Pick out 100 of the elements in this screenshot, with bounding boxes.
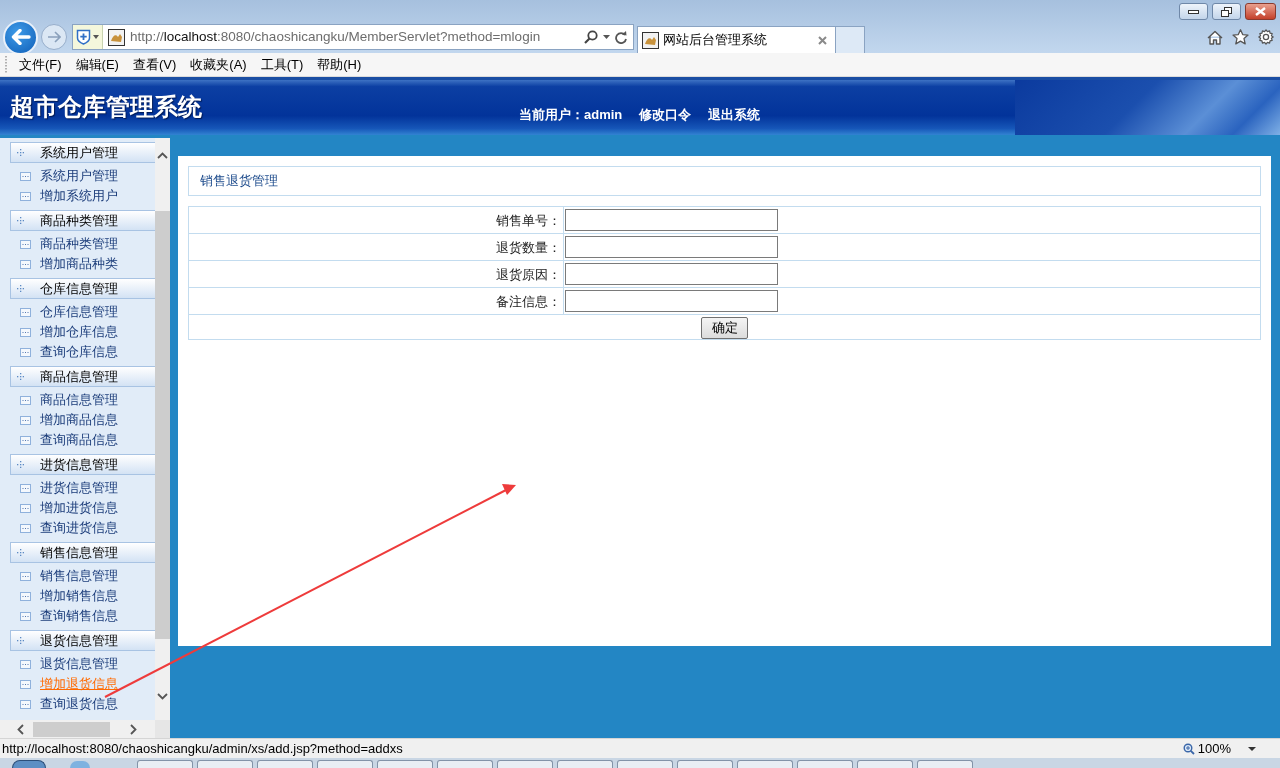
- sidebar-link[interactable]: 查询仓库信息: [40, 342, 118, 362]
- back-button[interactable]: [3, 19, 38, 55]
- input-field[interactable]: [565, 263, 778, 285]
- taskbar-button[interactable]: [497, 760, 553, 768]
- sidebar-link[interactable]: 仓库信息管理: [40, 302, 118, 322]
- forward-button[interactable]: [41, 24, 67, 50]
- sidebar-group-header[interactable]: 商品种类管理: [10, 210, 155, 231]
- dotted-square-icon: [20, 679, 31, 689]
- dotted-square-icon: [20, 483, 31, 493]
- chevron-left-icon[interactable]: [17, 723, 24, 735]
- taskbar-button[interactable]: [857, 760, 913, 768]
- sidebar-link[interactable]: 进货信息管理: [40, 478, 118, 498]
- menu-item[interactable]: 工具(T): [256, 54, 308, 75]
- refresh-icon[interactable]: [615, 30, 627, 44]
- taskbar-button[interactable]: [797, 760, 853, 768]
- taskbar-button[interactable]: [197, 760, 253, 768]
- input-field[interactable]: [565, 236, 778, 258]
- close-icon: [1255, 7, 1266, 16]
- menu-item[interactable]: 收藏夹(A): [186, 54, 251, 75]
- address-field[interactable]: http://localhost:8080/chaoshicangku/MemberServlet?method=mlogin: [130, 26, 584, 48]
- dotted-square-icon: [20, 327, 31, 337]
- input-field[interactable]: [565, 290, 778, 312]
- sidebar-link[interactable]: 销售信息管理: [40, 566, 118, 586]
- sidebar-link[interactable]: 增加进货信息: [40, 498, 118, 518]
- sidebar-group-header[interactable]: 系统用户管理: [10, 142, 155, 163]
- taskbar-button[interactable]: [257, 760, 313, 768]
- home-icon[interactable]: [1207, 29, 1223, 45]
- chevron-down-icon[interactable]: [157, 693, 168, 700]
- sidebar-link[interactable]: 增加仓库信息: [40, 322, 118, 342]
- chevron-up-icon[interactable]: [157, 152, 168, 159]
- taskbar-button[interactable]: [737, 760, 793, 768]
- dots-icon: [17, 373, 24, 380]
- sidebar-link[interactable]: 增加商品种类: [40, 254, 118, 274]
- shield-plus-icon: [76, 29, 91, 45]
- sidebar-group-header[interactable]: 仓库信息管理: [10, 278, 155, 299]
- dotted-square-icon: [20, 571, 31, 581]
- dots-icon: [17, 217, 24, 224]
- sidebar-link[interactable]: 增加系统用户: [40, 186, 118, 206]
- star-icon[interactable]: [1232, 29, 1249, 45]
- taskbar-button[interactable]: [437, 760, 493, 768]
- header-link[interactable]: 退出系统: [708, 104, 761, 124]
- field-label: 退货原因：: [496, 267, 561, 282]
- taskbar-button[interactable]: [617, 760, 673, 768]
- search-icon[interactable]: [584, 30, 598, 44]
- caret-icon[interactable]: [603, 35, 610, 39]
- taskbar-button[interactable]: [137, 760, 193, 768]
- sidebar-link[interactable]: 增加商品信息: [40, 410, 118, 430]
- input-field[interactable]: [565, 209, 778, 231]
- start-button[interactable]: [12, 760, 46, 768]
- dotted-square-icon: [20, 591, 31, 601]
- arrow-left-icon: [10, 29, 31, 45]
- dotted-square-icon: [20, 611, 31, 621]
- menu-item[interactable]: 帮助(H): [313, 54, 366, 75]
- scrollbar-thumb[interactable]: [33, 721, 110, 737]
- zoom-button[interactable]: 100%: [1182, 738, 1231, 759]
- dotted-square-icon: [20, 659, 31, 669]
- header-link[interactable]: 修改口令: [639, 104, 692, 124]
- taskbar-button[interactable]: [557, 760, 613, 768]
- current-user-label: 当前用户：admin: [519, 105, 623, 124]
- new-tab-button[interactable]: [836, 26, 865, 53]
- dotted-square-icon: [20, 307, 31, 317]
- settings-icon[interactable]: [1258, 29, 1274, 45]
- sidebar-link[interactable]: 商品信息管理: [40, 390, 118, 410]
- shield-dropdown-button[interactable]: [73, 25, 103, 49]
- sidebar-link[interactable]: 增加销售信息: [40, 586, 118, 606]
- sidebar-group-header[interactable]: 退货信息管理: [10, 630, 155, 651]
- taskbar-button[interactable]: [317, 760, 373, 768]
- site-title: 超市仓库管理系统: [9, 92, 203, 122]
- close-button[interactable]: [1245, 3, 1276, 20]
- sidebar-group-header[interactable]: 销售信息管理: [10, 542, 155, 563]
- submit-button[interactable]: 确定: [701, 316, 748, 339]
- dots-icon: [17, 285, 24, 292]
- taskbar-button[interactable]: [677, 760, 733, 768]
- dotted-square-icon: [20, 239, 31, 249]
- taskbar-button[interactable]: [917, 760, 973, 768]
- menu-item[interactable]: 编辑(E): [71, 54, 123, 75]
- sidebar-link[interactable]: 查询销售信息: [40, 606, 118, 626]
- sidebar-link[interactable]: 查询退货信息: [40, 694, 118, 714]
- scrollbar-thumb[interactable]: [155, 211, 170, 639]
- magnifier-icon: [1182, 742, 1195, 755]
- sidebar-group-header[interactable]: 商品信息管理: [10, 366, 155, 387]
- chevron-right-icon[interactable]: [130, 723, 137, 735]
- restore-button[interactable]: [1212, 3, 1241, 20]
- browser-tab[interactable]: 网站后台管理系统: [637, 26, 836, 53]
- dotted-square-icon: [20, 503, 31, 513]
- sidebar-link[interactable]: 查询商品信息: [40, 430, 118, 450]
- dotted-square-icon: [20, 415, 31, 425]
- sidebar-link[interactable]: 商品种类管理: [40, 234, 118, 254]
- menu-item[interactable]: 文件(F): [15, 54, 66, 75]
- caret-icon[interactable]: [1248, 746, 1256, 751]
- sidebar-group-header[interactable]: 进货信息管理: [10, 454, 155, 475]
- minimize-button[interactable]: [1179, 3, 1208, 20]
- minimize-icon: [1188, 9, 1199, 14]
- sidebar-link[interactable]: 查询进货信息: [40, 518, 118, 538]
- field-label: 退货数量：: [496, 240, 561, 255]
- taskbar-button[interactable]: [377, 760, 433, 768]
- menu-item[interactable]: 查看(V): [128, 54, 181, 75]
- sidebar-link[interactable]: 系统用户管理: [40, 166, 118, 186]
- close-icon[interactable]: [818, 35, 827, 45]
- sidebar-link[interactable]: 退货信息管理: [40, 654, 118, 674]
